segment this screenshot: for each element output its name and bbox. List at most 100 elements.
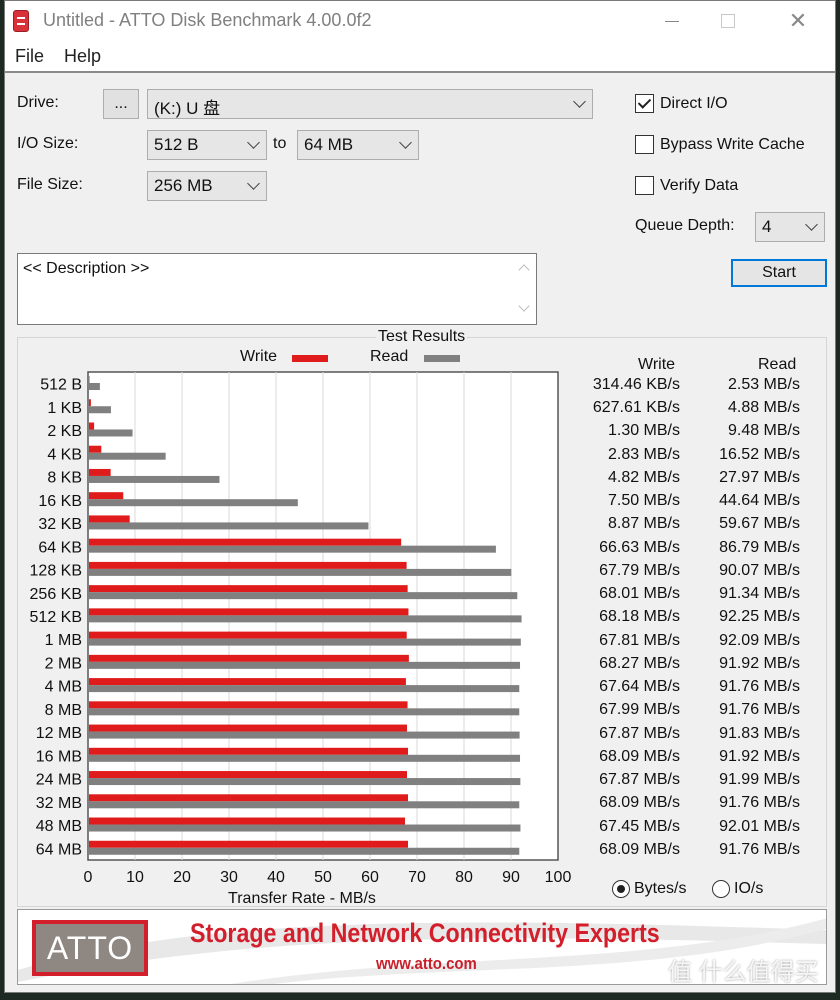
y-tick-label: 512 B: [40, 377, 82, 394]
read-value: 92.01 MB/s: [719, 817, 800, 835]
description-textarea[interactable]: << Description >>: [17, 253, 537, 325]
x-tick-label: 80: [455, 869, 473, 886]
read-value: 91.76 MB/s: [719, 678, 800, 696]
chevron-down-icon: [247, 136, 260, 149]
io-per-sec-radio[interactable]: IO/s: [712, 880, 763, 898]
bypass-write-cache-checkbox[interactable]: Bypass Write Cache: [635, 135, 805, 154]
column-header-write: Write: [638, 356, 676, 373]
scroll-up-icon[interactable]: [518, 264, 530, 276]
write-bar: [89, 817, 406, 825]
read-bar: [89, 824, 521, 832]
close-button[interactable]: ✕: [775, 1, 821, 41]
io-per-sec-label: IO/s: [734, 880, 764, 897]
read-bar: [89, 685, 520, 693]
y-tick-label: 4 KB: [47, 446, 82, 463]
read-bar: [89, 522, 369, 530]
menu-file[interactable]: File: [15, 46, 44, 67]
io-size-from-value: 512 B: [154, 135, 199, 154]
y-tick-label: 1 KB: [47, 400, 82, 417]
maximize-button[interactable]: [705, 1, 751, 41]
drive-select[interactable]: (K:) U 盘: [147, 89, 593, 119]
queue-depth-select[interactable]: 4: [755, 212, 825, 242]
read-bar: [89, 499, 298, 507]
bytes-per-sec-radio[interactable]: Bytes/s: [612, 880, 686, 898]
x-axis-title: Transfer Rate - MB/s: [228, 890, 376, 907]
write-bar: [89, 468, 111, 476]
io-size-to-select[interactable]: 64 MB: [297, 130, 419, 160]
write-value: 68.01 MB/s: [599, 585, 680, 603]
y-tick-label: 8 KB: [47, 470, 82, 487]
write-bar: [89, 561, 407, 569]
read-bar: [89, 592, 518, 600]
write-bar: [89, 515, 130, 523]
write-value: 68.27 MB/s: [599, 654, 680, 672]
minimize-icon: [665, 20, 679, 22]
start-button[interactable]: Start: [731, 259, 827, 287]
banner-url[interactable]: www.atto.com: [376, 954, 477, 974]
queue-depth-label: Queue Depth:: [635, 217, 735, 234]
read-value: 86.79 MB/s: [719, 538, 800, 556]
write-bar: [89, 654, 409, 662]
x-tick-label: 40: [267, 869, 285, 886]
x-tick-label: 60: [361, 869, 379, 886]
chevron-down-icon: [399, 136, 412, 149]
read-bar: [89, 545, 496, 553]
read-bar: [89, 754, 521, 762]
chevron-down-icon: [573, 95, 586, 108]
radio-unselected-icon[interactable]: [712, 880, 730, 898]
y-tick-label: 64 KB: [38, 539, 82, 556]
direct-io-checkbox[interactable]: Direct I/O: [635, 94, 728, 113]
write-value: 4.82 MB/s: [607, 468, 680, 486]
atto-app-icon: [13, 10, 29, 32]
read-value: 91.99 MB/s: [719, 771, 800, 789]
radio-selected-icon[interactable]: [612, 880, 630, 898]
write-bar: [89, 608, 409, 616]
y-tick-label: 256 KB: [30, 586, 82, 603]
description-scrollbar[interactable]: [514, 256, 534, 322]
read-value: 2.53 MB/s: [727, 376, 800, 393]
minimize-button[interactable]: [649, 1, 695, 41]
scroll-down-icon[interactable]: [518, 300, 530, 312]
file-size-label: File Size:: [17, 176, 83, 193]
x-tick-label: 0: [84, 869, 93, 886]
write-value: 2.83 MB/s: [607, 445, 680, 463]
browse-drive-button[interactable]: ...: [103, 89, 139, 119]
x-tick-label: 100: [545, 869, 572, 886]
direct-io-label: Direct I/O: [660, 94, 728, 112]
y-tick-label: 24 MB: [36, 772, 82, 789]
checkbox-unchecked-icon[interactable]: [635, 176, 654, 195]
write-value: 67.79 MB/s: [599, 561, 680, 579]
atto-logo: ATTO: [32, 920, 148, 976]
read-value: 91.76 MB/s: [719, 840, 800, 858]
title-bar[interactable]: Untitled - ATTO Disk Benchmark 4.00.0f2 …: [5, 1, 835, 41]
io-to-label: to: [273, 135, 287, 152]
watermark: 值 什么值得买: [668, 959, 819, 986]
read-value: 91.83 MB/s: [719, 724, 800, 742]
y-tick-label: 32 KB: [38, 516, 82, 533]
write-bar: [89, 771, 407, 779]
read-bar: [89, 406, 111, 414]
menu-bar: File Help: [5, 41, 835, 73]
io-size-from-select[interactable]: 512 B: [147, 130, 267, 160]
read-value: 91.34 MB/s: [719, 585, 800, 603]
verify-data-checkbox[interactable]: Verify Data: [635, 176, 738, 195]
x-tick-label: 10: [126, 869, 144, 886]
read-bar: [89, 847, 520, 855]
menu-help[interactable]: Help: [64, 46, 101, 67]
read-value: 27.97 MB/s: [719, 468, 800, 486]
read-value: 91.76 MB/s: [719, 794, 800, 812]
write-value: 67.81 MB/s: [599, 631, 680, 649]
description-text: << Description >>: [23, 260, 150, 277]
y-tick-label: 12 MB: [36, 725, 82, 742]
write-value: 68.09 MB/s: [599, 747, 680, 765]
y-tick-label: 16 MB: [36, 748, 82, 765]
checkbox-unchecked-icon[interactable]: [635, 135, 654, 154]
read-value: 4.88 MB/s: [727, 399, 800, 417]
checkbox-checked-icon[interactable]: [635, 94, 654, 113]
read-value: 92.09 MB/s: [719, 631, 800, 649]
file-size-select[interactable]: 256 MB: [147, 171, 267, 201]
chevron-down-icon: [247, 177, 260, 190]
y-tick-label: 2 KB: [47, 423, 82, 440]
write-bar: [89, 701, 408, 709]
write-value: 68.18 MB/s: [599, 608, 680, 626]
